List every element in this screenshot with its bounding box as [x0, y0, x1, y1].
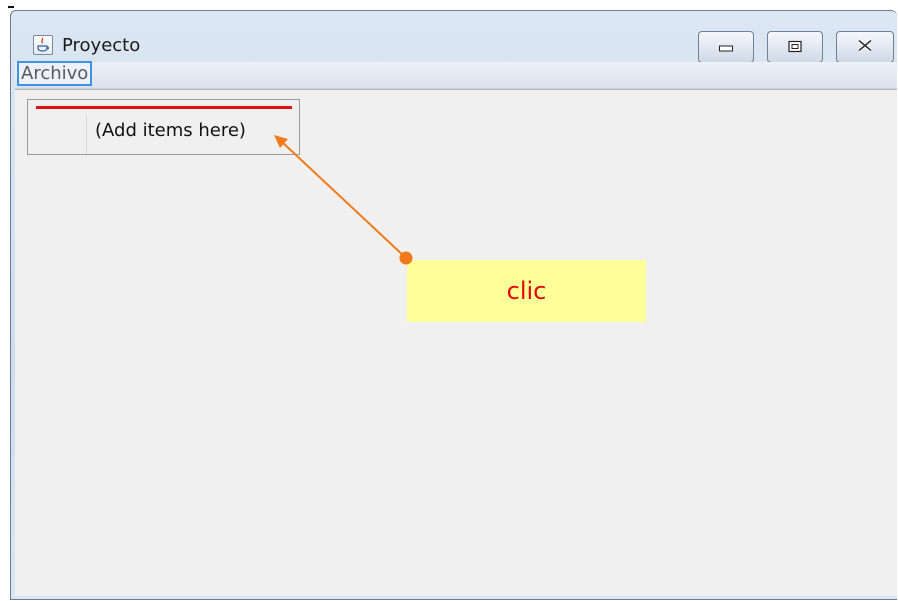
window-title: Proyecto [62, 35, 141, 56]
menu-icon-gutter [86, 114, 87, 154]
menu-archivo[interactable]: Archivo [17, 61, 93, 86]
red-underline-marker [36, 106, 292, 109]
close-button[interactable] [836, 31, 894, 63]
maximize-button[interactable] [767, 31, 823, 63]
archivo-dropdown-menu: (Add items here) [27, 99, 300, 155]
minimize-icon [719, 38, 733, 57]
add-items-here-item[interactable]: (Add items here) [95, 119, 246, 143]
screenshot-stage: Proyecto Archivo (Add items here) clic [0, 0, 898, 601]
java-app-icon [33, 35, 53, 55]
clic-callout: clic [407, 260, 646, 322]
content-pane: (Add items here) [15, 89, 897, 596]
maximize-icon [788, 38, 802, 57]
close-icon [856, 38, 874, 57]
callout-label: clic [506, 277, 547, 305]
minimize-button[interactable] [698, 31, 754, 63]
outer-corner-line [8, 6, 14, 8]
menu-bar: Archivo [15, 61, 897, 89]
